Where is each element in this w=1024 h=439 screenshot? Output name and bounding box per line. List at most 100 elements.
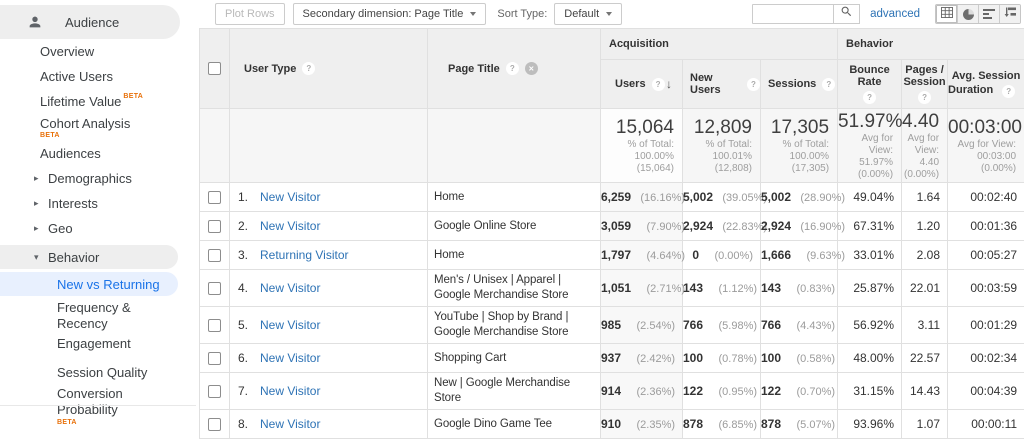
user-type-link[interactable]: New Visitor [260,281,320,295]
advanced-search-link[interactable]: advanced [870,8,920,20]
sessions-cell: 122(0.70%) [761,373,838,410]
help-icon[interactable]: ? [302,62,315,75]
column-header-sessions[interactable]: Sessions? [761,60,838,109]
user-type-cell: 8.New Visitor [230,410,428,439]
sidebar-section-audience[interactable]: Audience [0,5,180,39]
avg-duration-cell: 00:05:27 [948,241,1024,270]
column-header-user-type[interactable]: User Type? [230,29,428,109]
user-type-cell: 6.New Visitor [230,344,428,373]
remove-secondary-dimension-icon[interactable]: ✕ [525,62,538,75]
sidebar-item-demographics[interactable]: ▸ Demographics [0,166,196,191]
column-header-new-users[interactable]: New Users? [683,60,761,109]
help-icon[interactable]: ? [652,78,665,91]
percentage-view-button[interactable] [957,5,978,23]
new-users-cell: 5,002(39.05%) [683,183,761,212]
row-checkbox[interactable] [208,191,221,204]
avg-duration-cell: 00:01:36 [948,212,1024,241]
user-type-link[interactable]: New Visitor [260,219,320,233]
chevron-right-icon: ▸ [34,223,43,234]
new-users-cell: 2,924(22.83%) [683,212,761,241]
sessions-cell: 143(0.83%) [761,270,838,307]
sessions-cell: 878(5.07%) [761,410,838,439]
search-icon [840,5,853,23]
users-cell: 914(2.36%) [601,373,683,410]
page-title-cell: Men's / Unisex | Apparel | Google Mercha… [428,270,601,307]
pivot-icon [1004,5,1017,23]
column-header-avg-duration[interactable]: Avg. Session Duration? [948,60,1024,109]
sessions-cell: 5,002(28.90%) [761,183,838,212]
user-type-link[interactable]: New Visitor [260,190,320,204]
user-type-link[interactable]: New Visitor [260,351,320,365]
table-row: 8.New Visitor Google Dino Game Tee 910(2… [200,410,1024,439]
avg-duration-cell: 00:00:11 [948,410,1024,439]
sidebar-item-geo[interactable]: ▸ Geo [0,216,196,241]
sidebar-item-session-quality[interactable]: Session Quality [0,360,196,384]
bounce-rate-cell: 67.31% [838,212,902,241]
sidebar-section-label: Audience [65,15,119,30]
row-checkbox[interactable] [208,418,221,431]
pages-session-cell: 22.01 [902,270,948,307]
sidebar-item-new-vs-returning[interactable]: New vs Returning [0,272,178,296]
help-icon[interactable]: ? [863,91,876,104]
checkbox-cell [200,373,230,410]
performance-view-button[interactable] [978,5,999,23]
bounce-rate-cell: 49.04% [838,183,902,212]
sidebar-item-behavior[interactable]: ▾ Behavior [0,245,178,269]
user-type-link[interactable]: Returning Visitor [260,248,349,262]
sidebar-item-overview[interactable]: Overview [0,39,196,64]
user-type-link[interactable]: New Visitor [260,318,320,332]
sessions-cell: 1,666(9.63%) [761,241,838,270]
column-header-pages-session[interactable]: Pages /Session? [902,60,948,109]
sidebar-item-interests[interactable]: ▸ Interests [0,191,196,216]
search-button[interactable] [833,4,860,24]
users-cell: 6,259(16.16%) [601,183,683,212]
select-all-checkbox[interactable] [208,62,221,75]
help-icon[interactable]: ? [918,91,931,104]
sidebar-item-engagement[interactable]: Engagement [0,331,196,355]
user-type-link[interactable]: New Visitor [260,417,320,431]
sidebar-item-frequency-recency[interactable]: Frequency & Recency [0,297,196,331]
beta-badge: BETA [57,418,196,427]
help-icon[interactable]: ? [822,78,835,91]
user-type-link[interactable]: New Visitor [260,384,320,398]
chevron-right-icon: ▸ [34,173,43,184]
totals-users: 15,064 % of Total:100.00%(15,064) [601,109,683,183]
sidebar-item-audiences[interactable]: Audiences [0,141,196,166]
user-type-cell: 1.New Visitor [230,183,428,212]
pivot-view-button[interactable] [999,5,1020,23]
user-type-cell: 7.New Visitor [230,373,428,410]
column-header-bounce-rate[interactable]: Bounce Rate? [838,60,902,109]
row-checkbox[interactable] [208,352,221,365]
pages-session-cell: 1.20 [902,212,948,241]
audience-person-icon [27,14,43,30]
chevron-down-icon: ▾ [34,252,43,263]
users-cell: 1,051(2.71%) [601,270,683,307]
row-checkbox[interactable] [208,282,221,295]
table-view-button[interactable] [936,5,957,23]
row-checkbox[interactable] [208,319,221,332]
new-users-cell: 766(5.98%) [683,307,761,344]
help-icon[interactable]: ? [1002,85,1015,98]
help-icon[interactable]: ? [506,62,519,75]
new-users-cell: 143(1.12%) [683,270,761,307]
sidebar-item-conversion-probability[interactable]: Conversion Probability BETA [0,384,196,427]
secondary-dimension-dropdown[interactable]: Secondary dimension: Page Title [293,3,487,25]
search-input[interactable] [752,4,834,24]
row-checkbox[interactable] [208,220,221,233]
sidebar: Audience Overview Active Users Lifetime … [0,0,196,410]
row-checkbox[interactable] [208,385,221,398]
page-title-cell: Home [428,183,601,212]
page-title-cell: Google Dino Game Tee [428,410,601,439]
users-cell: 3,059(7.90%) [601,212,683,241]
sidebar-item-active-users[interactable]: Active Users [0,64,196,89]
sort-type-dropdown[interactable]: Default [554,3,622,25]
sidebar-item-cohort-analysis[interactable]: Cohort Analysis BETA [0,114,196,141]
group-header-acquisition: Acquisition [601,29,838,60]
column-header-users[interactable]: Users?↓ [601,60,683,109]
help-icon[interactable]: ? [747,78,760,91]
checkbox-cell [200,241,230,270]
plot-rows-button[interactable]: Plot Rows [215,3,285,25]
row-checkbox[interactable] [208,249,221,262]
column-header-page-title[interactable]: Page Title?✕ [428,29,601,109]
sidebar-item-lifetime-value[interactable]: Lifetime ValueBETA [0,89,196,114]
